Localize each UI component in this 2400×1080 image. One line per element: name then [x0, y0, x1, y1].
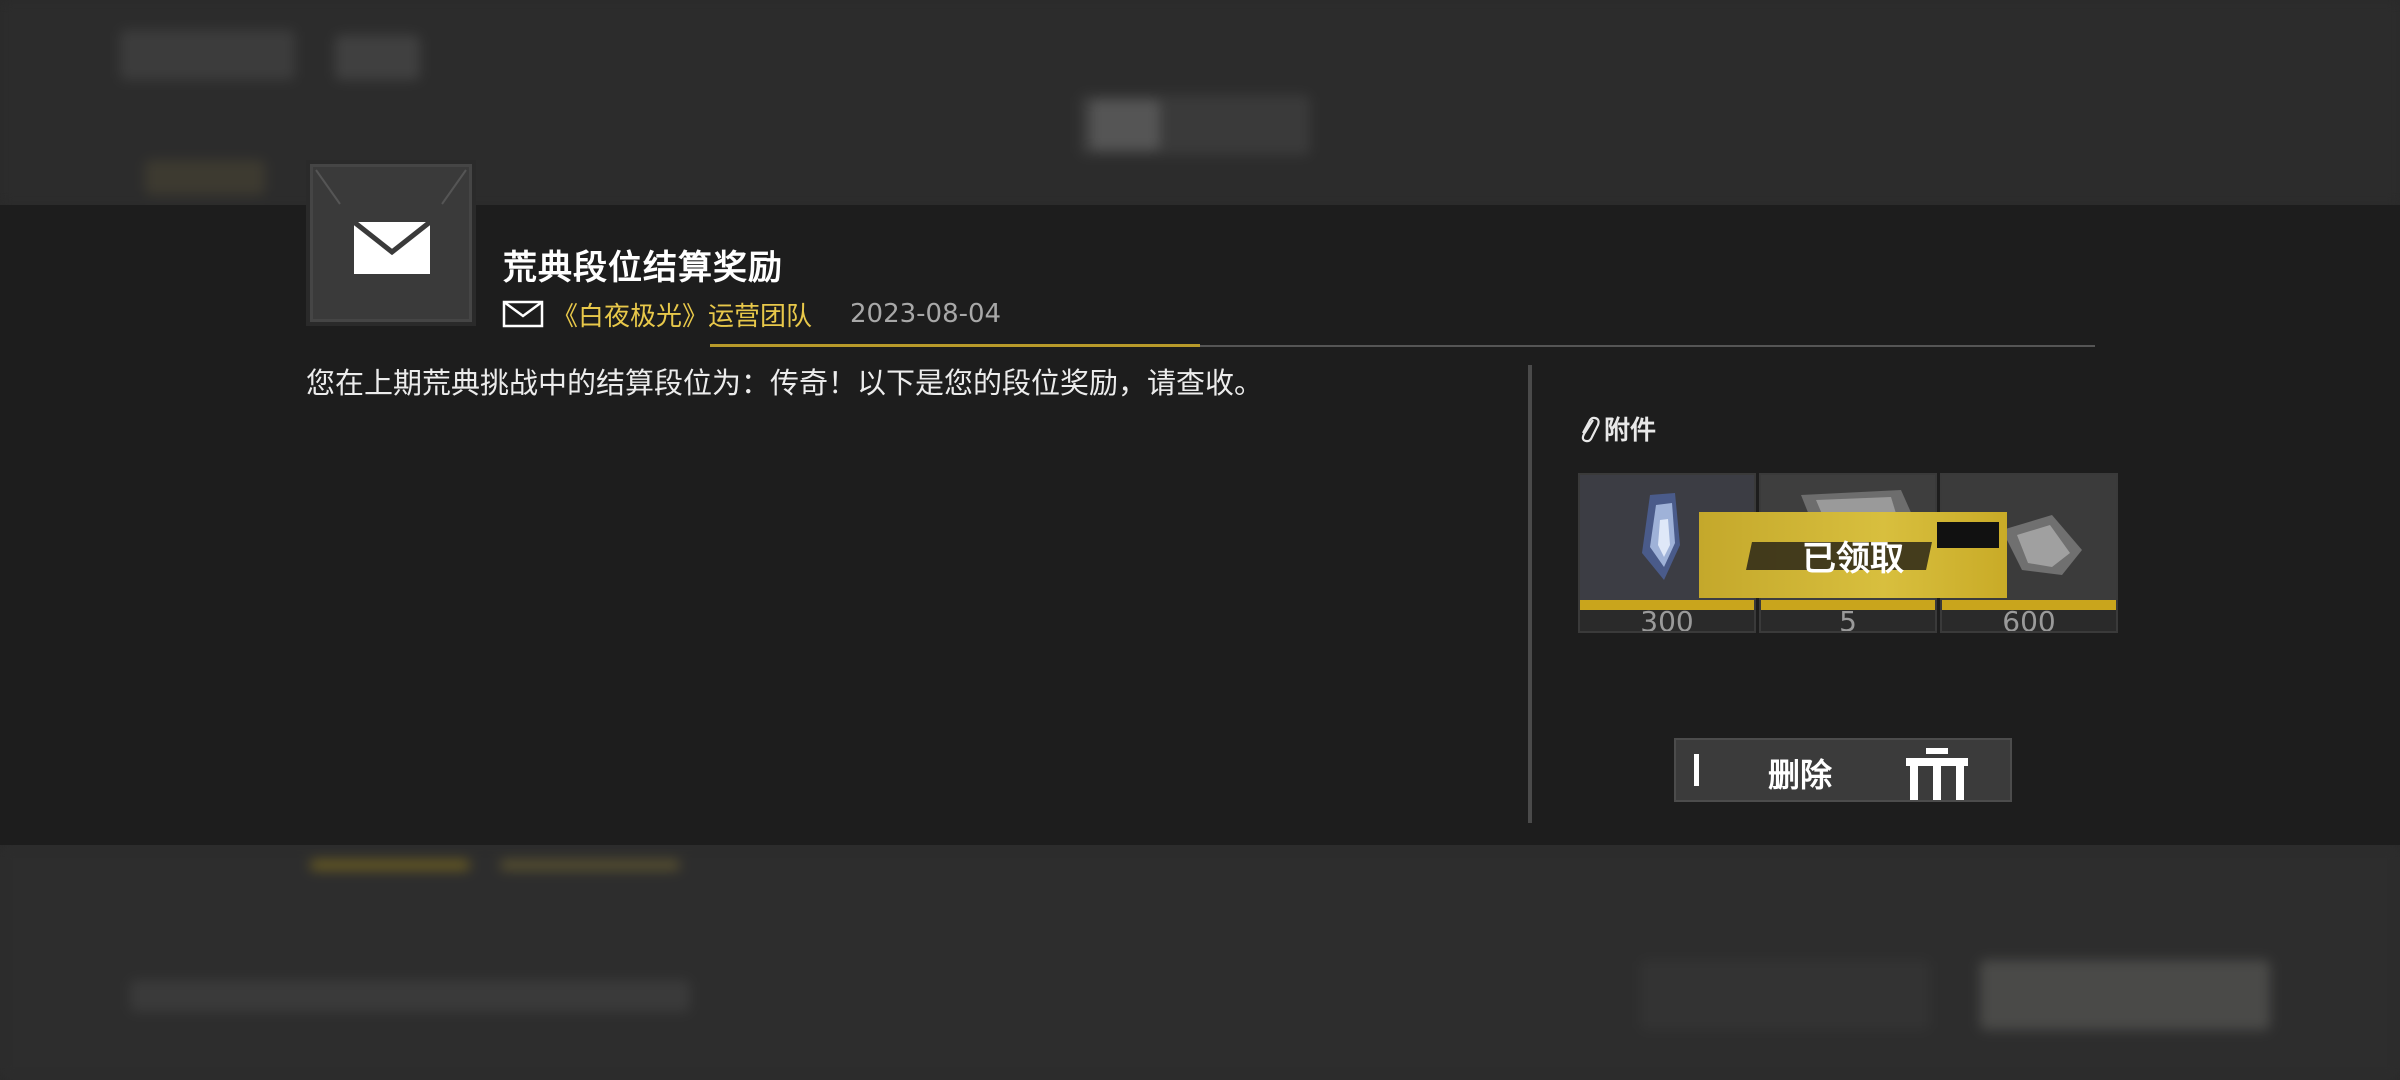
attachments-header: 附件: [1578, 410, 1656, 447]
mail-envelope-tile: [306, 160, 476, 326]
mail-date: 2023-08-04: [850, 299, 1002, 329]
content-divider: [1528, 365, 1532, 823]
attachment-quantity: 300: [1640, 605, 1694, 633]
delete-label: 删除: [1768, 756, 1833, 794]
mail-sender: 《白夜极光》运营团队: [552, 301, 813, 332]
paperclip-icon: [1581, 416, 1600, 442]
claimed-label: 已领取: [1802, 538, 1904, 579]
mail-body: 您在上期荒典挑战中的结算段位为：传奇！以下是您的段位奖励，请查收。: [306, 366, 1264, 400]
attachment-quantity: 5: [1839, 605, 1857, 633]
mail-envelope-icon: [315, 169, 467, 274]
header-divider-accent: [710, 344, 1200, 347]
mail-meta: 《白夜极光》运营团队 2023-08-04: [502, 296, 1001, 332]
mail-title: 荒典段位结算奖励: [503, 248, 783, 288]
sender-envelope-icon: [502, 300, 544, 328]
delete-button[interactable]: 删除: [1674, 738, 2012, 802]
background-footer: [0, 845, 2400, 1080]
claimed-stamp: 已领取: [1699, 512, 2007, 598]
button-accent-mark: [1694, 754, 1699, 786]
attachments-label: 附件: [1604, 416, 1657, 446]
trash-icon: [1906, 748, 1968, 800]
attachment-quantity: 600: [2002, 605, 2056, 633]
